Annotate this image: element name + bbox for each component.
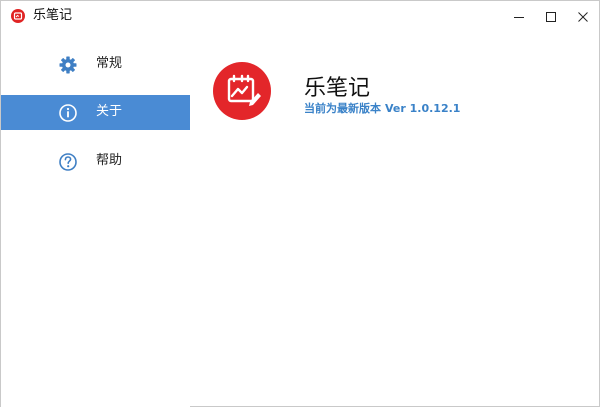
- app-name: 乐笔记: [304, 76, 371, 101]
- maximize-button[interactable]: [533, 1, 569, 32]
- version-number: Ver 1.0.12.1: [385, 102, 461, 115]
- sidebar-item-help[interactable]: 帮助: [1, 144, 190, 179]
- sidebar-item-label: 常规: [96, 56, 123, 71]
- sidebar-item-about[interactable]: 关于: [1, 95, 190, 130]
- version-status: 当前为最新版本: [304, 102, 381, 115]
- sidebar-item-label: 帮助: [96, 153, 123, 168]
- minimize-icon: [514, 16, 524, 18]
- gear-icon: [58, 55, 78, 75]
- info-icon: [58, 103, 78, 123]
- window-title: 乐笔记: [33, 8, 73, 23]
- app-logo-icon: [213, 62, 271, 120]
- app-logo-icon: [11, 9, 25, 23]
- about-panel: 乐笔记 当前为最新版本 Ver 1.0.12.1: [190, 32, 599, 407]
- maximize-icon: [546, 11, 556, 22]
- close-button[interactable]: [565, 1, 600, 32]
- help-icon: [58, 152, 78, 172]
- settings-window: 乐笔记 常规 关于 帮助 乐笔记 当前为最新版本 Ver 1.0.12.1: [0, 0, 600, 407]
- sidebar-item-label: 关于: [96, 104, 123, 119]
- minimize-button[interactable]: [501, 1, 537, 32]
- sidebar-item-general[interactable]: 常规: [1, 47, 190, 82]
- close-icon: [578, 11, 588, 22]
- sidebar: 常规 关于 帮助: [1, 32, 190, 407]
- version-info: 当前为最新版本 Ver 1.0.12.1: [304, 102, 464, 116]
- title-bar[interactable]: 乐笔记: [1, 1, 599, 32]
